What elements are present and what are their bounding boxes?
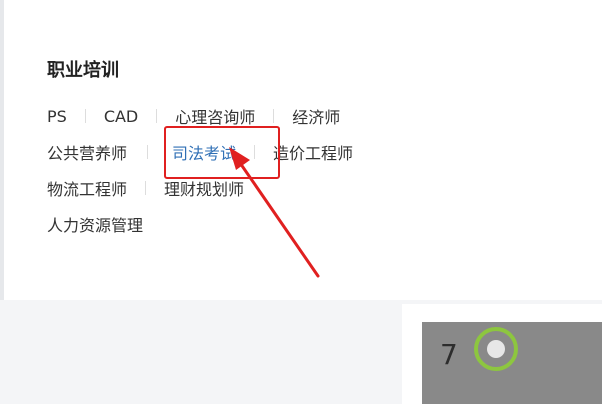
watermark-logo-icon [474, 327, 518, 371]
